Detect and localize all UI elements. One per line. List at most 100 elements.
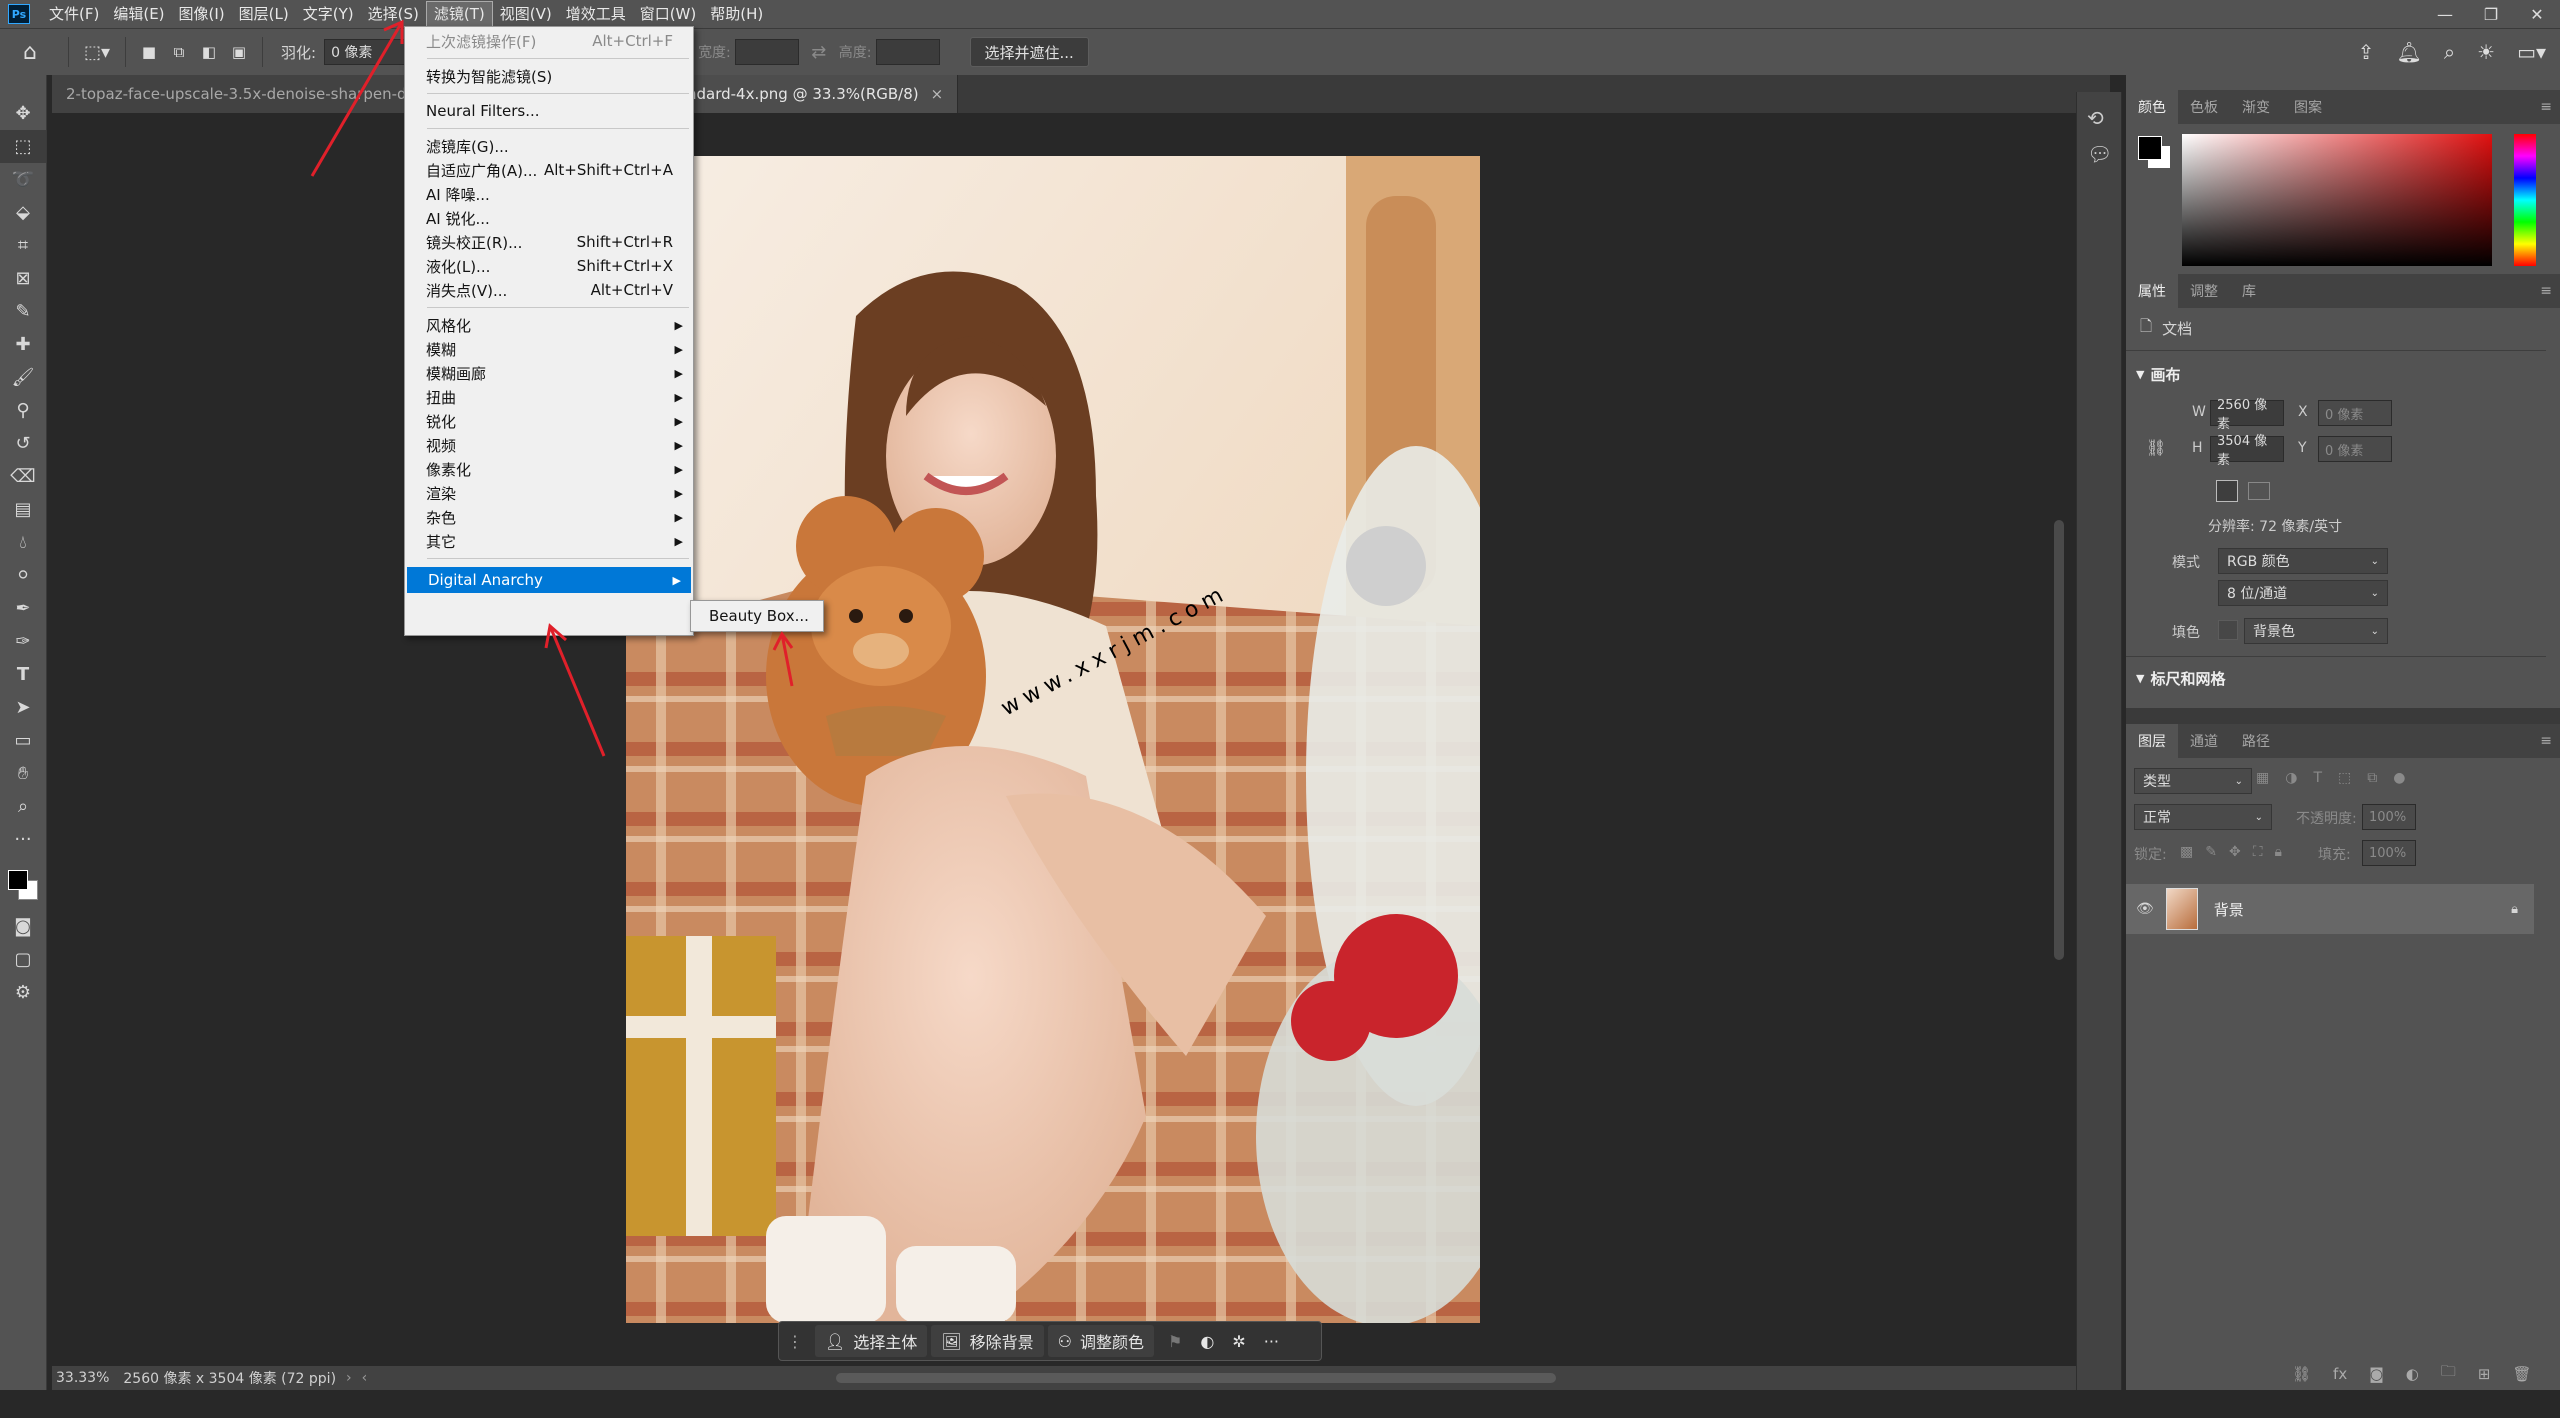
link-icon[interactable]: ⛓ [2146,438,2166,457]
menu-item[interactable]: 选择(S) [361,0,426,28]
gradient-tool-icon[interactable]: ▤ [0,493,46,526]
more-tools-icon[interactable]: ··· [0,823,46,856]
remove-background-button[interactable]: 🖼︎ 移除背景 [931,1325,1044,1357]
filter-menu-item[interactable]: 滤镜库(G)... [405,134,693,158]
color-swatches[interactable] [0,856,46,910]
canvas-height-input[interactable]: 3504 像素 [2210,434,2284,468]
frame-tool-icon[interactable]: ⊠ [0,262,46,295]
shape-filter-icon[interactable]: ⬚ [2338,770,2351,786]
discover-icon[interactable]: ☀ [2477,40,2495,64]
lock-artboard-icon[interactable]: ⛶ [2253,844,2263,860]
menu-item[interactable]: 视图(V) [493,0,559,28]
canvas-width-input[interactable]: 2560 像素 [2210,398,2284,432]
tab-paths[interactable]: 路径 [2230,724,2282,758]
rulers-grids-section-header[interactable]: ▼ 标尺和网格 [2136,668,2225,689]
lock-transparent-icon[interactable]: ▩ [2180,844,2193,860]
blur-tool-icon[interactable]: 💧︎ [0,526,46,559]
brush-tool-icon[interactable]: 🖌︎ [0,361,46,394]
adjust-color-button[interactable]: ⚇ 调整颜色 [1047,1325,1155,1357]
share-icon[interactable]: ⇪ [2358,40,2375,64]
new-selection-icon[interactable]: ■ [134,35,164,69]
add-mask-icon[interactable]: ◙ [2369,1365,2384,1383]
mode-select[interactable]: RGB 颜色 ⌄ [2218,548,2388,574]
minimize-icon[interactable]: — [2422,0,2468,28]
more-options-icon[interactable]: ··· [1264,1332,1279,1351]
workspace-icon[interactable]: ▭▾ [2517,40,2546,64]
filter-menu-item[interactable]: 转换为智能滤镜(S) [405,64,693,88]
fill-color-swatch[interactable] [2218,620,2238,640]
dodge-tool-icon[interactable]: ⚪ [0,559,46,592]
new-layer-icon[interactable]: ⊞ [2478,1365,2491,1383]
panel-menu-icon[interactable]: ≡ [2540,99,2560,115]
restore-icon[interactable]: ❐ [2468,0,2514,28]
canvas-x-input[interactable]: 0 像素 [2318,400,2392,426]
tab-libraries[interactable]: 库 [2230,274,2268,308]
filter-menu-item[interactable]: 镜头校正(R)... Shift+Ctrl+R [405,230,693,254]
lock-all-icon[interactable]: 🔒︎ [2275,844,2282,860]
generative-icon[interactable]: ⚙ [0,976,46,1009]
status-arrow-icon[interactable]: › [346,1370,352,1386]
menu-item[interactable]: 图层(L) [232,0,296,28]
quick-mask-icon[interactable]: ◙ [0,910,46,943]
hue-slider[interactable] [2514,134,2536,266]
rectangular-marquee-tool-icon[interactable]: ⬚ [0,130,46,163]
filter-menu-item[interactable]: 渲染 ▶ [405,481,693,505]
filter-menu-item[interactable]: 杂色 ▶ [405,505,693,529]
menu-item[interactable]: 窗口(W) [633,0,704,28]
tab-swatches[interactable]: 色板 [2178,90,2230,124]
opacity-input[interactable]: 100% [2362,804,2416,830]
color-field[interactable] [2182,134,2492,266]
fx-icon[interactable]: fx [2333,1365,2347,1383]
eyedropper-tool-icon[interactable]: ✎ [0,295,46,328]
zoom-level[interactable]: 33.33% [52,1370,109,1386]
lock-image-icon[interactable]: ✎ [2205,844,2217,860]
filter-menu-item[interactable]: 自适应广角(A)... Alt+Shift+Ctrl+A [405,158,693,182]
filter-menu-item[interactable]: 液化(L)... Shift+Ctrl+X [405,254,693,278]
generate-icon[interactable]: ✲ [1232,1332,1245,1351]
type-tool-icon[interactable]: T [0,658,46,691]
filter-menu-item[interactable]: 像素化 ▶ [405,457,693,481]
menu-item[interactable]: 编辑(E) [106,0,171,28]
history-panel-icon[interactable]: ⟲ [2087,106,2121,130]
blend-mode-select[interactable]: 正常 ⌄ [2134,804,2272,830]
filter-menu-item[interactable]: 消失点(V)... Alt+Ctrl+V [405,278,693,302]
select-subject-button[interactable]: 👤︎ 选择主体 [815,1325,928,1357]
tab-adjustments[interactable]: 调整 [2178,274,2230,308]
height-input[interactable] [875,39,940,65]
menu-item[interactable]: 帮助(H) [703,0,770,28]
comments-panel-icon[interactable]: 💬︎ [2087,142,2121,166]
feather-input[interactable]: 0 像素 [324,39,409,65]
home-icon[interactable]: ⌂ [0,35,60,69]
foreground-color-swatch[interactable] [8,870,28,890]
delete-layer-icon[interactable]: 🗑︎ [2512,1365,2531,1383]
filter-menu-item[interactable]: 模糊画廊 ▶ [405,361,693,385]
filter-menu-item[interactable]: AI 锐化... [405,206,693,230]
smart-object-filter-icon[interactable]: ⧉ [2367,770,2377,786]
contrast-icon[interactable]: ◐ [1200,1332,1214,1351]
intersect-selection-icon[interactable]: ▣ [224,35,254,69]
search-icon[interactable]: ⌕ [2444,40,2455,64]
document-image[interactable]: www.xxrjm.com [626,156,1480,1323]
tab-gradients[interactable]: 渐变 [2230,90,2282,124]
rectangle-tool-icon[interactable]: ▭ [0,724,46,757]
portrait-orientation-icon[interactable] [2216,480,2238,502]
pixel-filter-icon[interactable]: ▦ [2256,770,2269,786]
hand-tool-icon[interactable]: ✋︎ [0,757,46,790]
filter-menu-item[interactable]: 视频 ▶ [405,433,693,457]
panel-menu-icon[interactable]: ≡ [2540,283,2560,299]
pen-tool-2-icon[interactable]: ✑ [0,625,46,658]
beauty-box-menu-item[interactable]: Beauty Box... [691,607,809,625]
bit-depth-select[interactable]: 8 位/通道 ⌄ [2218,580,2388,606]
path-selection-tool-icon[interactable]: ➤ [0,691,46,724]
close-icon[interactable]: ✕ [2514,0,2560,28]
swap-icon[interactable]: ⇄ [799,35,839,69]
eraser-tool-icon[interactable]: ⌫ [0,460,46,493]
menu-item[interactable]: 图像(I) [172,0,232,28]
filter-menu-item[interactable]: 锐化 ▶ [405,409,693,433]
add-selection-icon[interactable]: ⧉ [164,35,194,69]
flag-icon[interactable]: ⚑ [1168,1332,1182,1351]
menu-item[interactable]: 滤镜(T) [425,1,493,27]
tab-color[interactable]: 颜色 [2126,90,2178,124]
document-info[interactable]: 2560 像素 x 3504 像素 (72 ppi) [123,1368,336,1388]
menu-item[interactable]: 增效工具 [559,0,633,28]
